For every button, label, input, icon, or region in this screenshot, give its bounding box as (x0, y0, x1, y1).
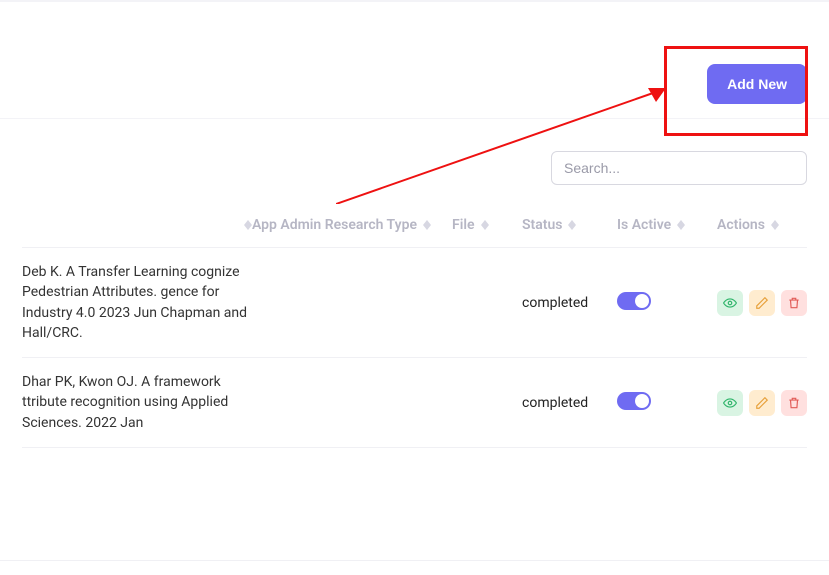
cell-description: Deb K. A Transfer Learning cognize Pedes… (22, 262, 252, 343)
col-header-description[interactable] (22, 220, 252, 230)
col-header-actions-label: Actions (717, 217, 765, 233)
pencil-icon (755, 296, 769, 310)
research-table: App Admin Research Type File Status Is A… (0, 193, 829, 448)
col-header-actions[interactable]: Actions (717, 217, 807, 233)
table-header: App Admin Research Type File Status Is A… (22, 193, 807, 248)
sort-icon (568, 220, 576, 230)
cell-status: completed (522, 295, 617, 311)
footer-divider (0, 560, 829, 561)
eye-icon (723, 296, 737, 310)
col-header-active-label: Is Active (617, 217, 671, 233)
toolbar (0, 119, 829, 193)
active-toggle[interactable] (617, 292, 651, 310)
cell-description: Dhar PK, Kwon OJ. A framework ttribute r… (22, 372, 252, 433)
trash-icon (787, 396, 801, 410)
sort-icon (244, 220, 252, 230)
col-header-status[interactable]: Status (522, 217, 617, 233)
cell-actions (717, 390, 807, 416)
col-header-file[interactable]: File (452, 217, 522, 233)
col-header-active[interactable]: Is Active (617, 217, 717, 233)
eye-icon (723, 396, 737, 410)
col-header-type[interactable]: App Admin Research Type (252, 217, 452, 233)
trash-icon (787, 296, 801, 310)
view-button[interactable] (717, 290, 743, 316)
edit-button[interactable] (749, 390, 775, 416)
sort-icon (423, 220, 431, 230)
cell-status: completed (522, 395, 617, 411)
table-row: Dhar PK, Kwon OJ. A framework ttribute r… (22, 358, 807, 448)
cell-active (617, 392, 717, 414)
add-new-button[interactable]: Add New (707, 64, 807, 104)
table-row: Deb K. A Transfer Learning cognize Pedes… (22, 248, 807, 358)
sort-icon (481, 220, 489, 230)
col-header-type-label: App Admin Research Type (252, 217, 417, 233)
top-divider (0, 0, 829, 2)
sort-icon (677, 220, 685, 230)
edit-button[interactable] (749, 290, 775, 316)
active-toggle[interactable] (617, 392, 651, 410)
col-header-file-label: File (452, 217, 475, 233)
page-header: Add New (0, 50, 829, 119)
cell-active (617, 292, 717, 314)
sort-icon (771, 220, 779, 230)
search-input[interactable] (551, 151, 807, 185)
delete-button[interactable] (781, 390, 807, 416)
delete-button[interactable] (781, 290, 807, 316)
cell-actions (717, 290, 807, 316)
col-header-status-label: Status (522, 217, 562, 233)
view-button[interactable] (717, 390, 743, 416)
pencil-icon (755, 396, 769, 410)
